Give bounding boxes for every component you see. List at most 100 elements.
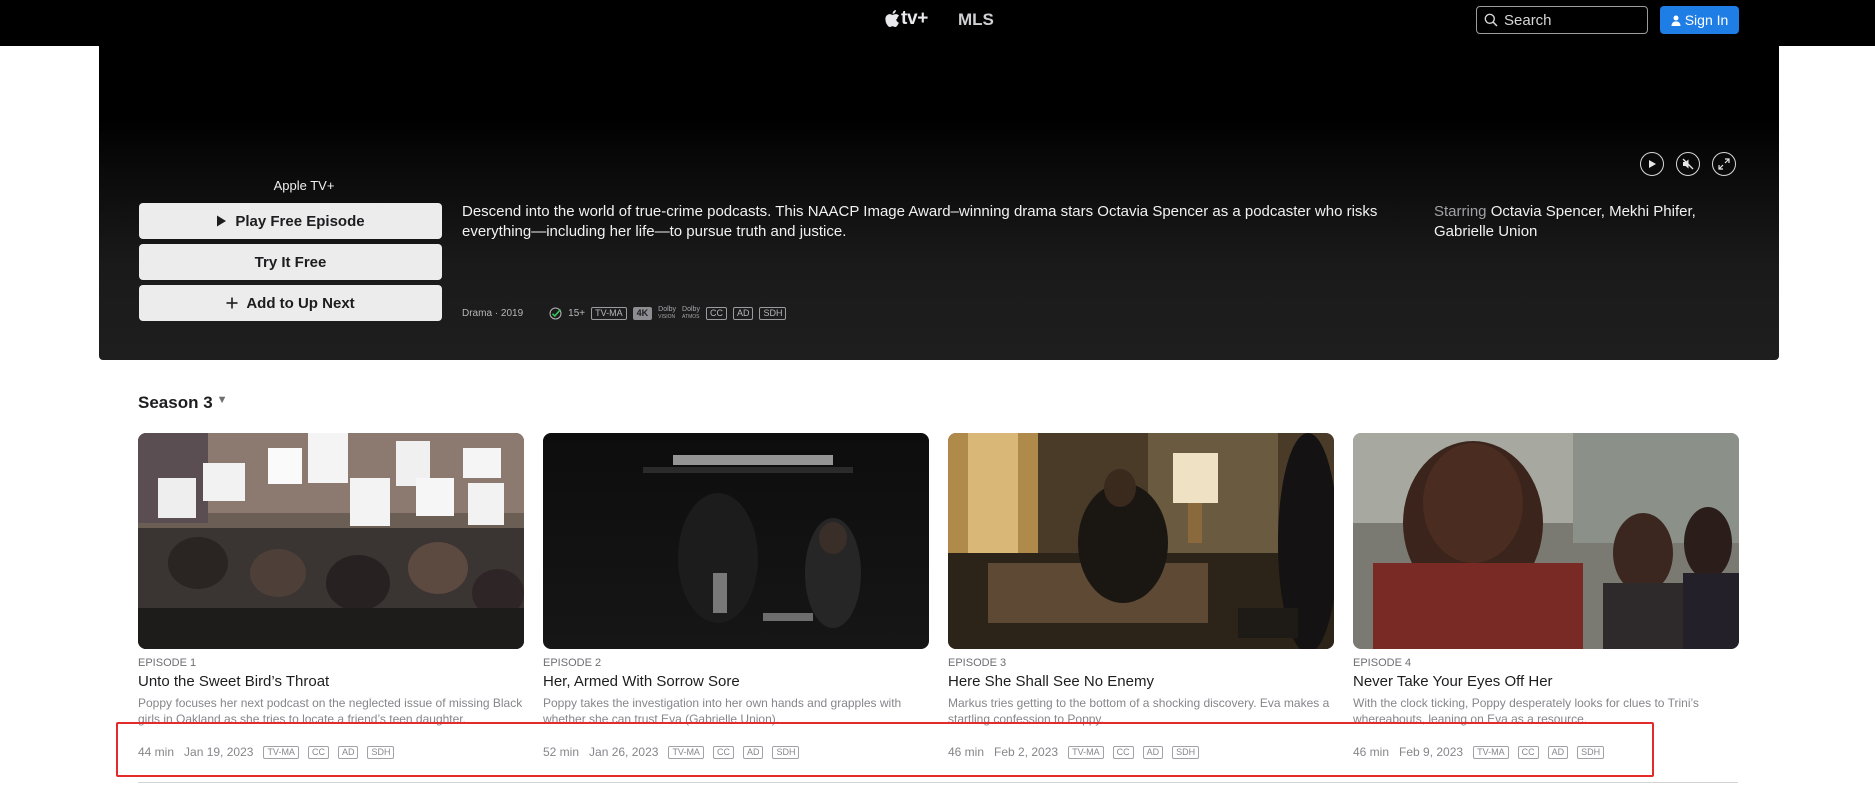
check-icon — [549, 307, 562, 319]
episode-number: EPISODE 3 — [948, 657, 1007, 669]
ad-badge: AD — [1547, 745, 1569, 759]
episode-title[interactable]: Here She Shall See No Enemy — [948, 673, 1334, 690]
episode-1-image — [138, 433, 524, 649]
episode-4-image — [1353, 433, 1739, 649]
play-icon — [217, 215, 227, 227]
ad-badge: AD — [732, 306, 754, 320]
episode-thumbnail[interactable] — [543, 433, 929, 649]
divider — [138, 782, 1738, 783]
episode-date: Feb 2, 2023 — [994, 745, 1059, 759]
mute-button[interactable] — [1676, 152, 1700, 176]
episode-meta: 44 min Jan 19, 2023 TV-MA CC AD SDH — [138, 745, 524, 759]
episode-date: Jan 19, 2023 — [184, 745, 254, 759]
cc-badge: CC — [1112, 745, 1134, 759]
plus-icon — [226, 297, 238, 309]
search-icon — [1484, 13, 1498, 27]
episode-meta: 52 min Jan 26, 2023 TV-MA CC AD SDH — [543, 745, 929, 759]
dolby-vision-line2: VISION — [658, 313, 676, 320]
episode-duration: 52 min — [543, 745, 580, 759]
show-meta: Drama · 2019 15+ TV-MA 4K Dolby VISION D… — [462, 306, 787, 321]
top-nav: tv+ MLS Sign In — [0, 0, 1875, 46]
episode-title[interactable]: Her, Armed With Sorrow Sore — [543, 673, 929, 690]
episode-duration: 46 min — [948, 745, 985, 759]
episode-meta: 46 min Feb 9, 2023 TV-MA CC AD SDH — [1353, 745, 1739, 759]
sdh-badge: SDH — [1577, 745, 1605, 759]
person-icon — [1671, 15, 1681, 26]
episode-description: Poppy takes the investigation into her o… — [543, 696, 902, 726]
episode-duration: 44 min — [138, 745, 175, 759]
play-free-episode-button[interactable]: Play Free Episode — [139, 203, 442, 239]
episode-meta: 46 min Feb 2, 2023 TV-MA CC AD SDH — [948, 745, 1334, 759]
sdh-badge: SDH — [772, 745, 800, 759]
play-free-episode-label: Play Free Episode — [235, 212, 365, 230]
cc-badge: CC — [307, 745, 329, 759]
age-rating: 15+ — [568, 307, 586, 319]
ad-badge: AD — [1142, 745, 1164, 759]
search-box[interactable] — [1476, 6, 1648, 34]
episode-number: EPISODE 1 — [138, 657, 197, 669]
starring: Starring Octavia Spencer, Mekhi Phifer, … — [1434, 202, 1734, 242]
fullscreen-button[interactable] — [1712, 152, 1736, 176]
try-it-free-button[interactable]: Try It Free — [139, 244, 442, 280]
season-selector[interactable]: Season 3 ▼ — [138, 393, 228, 413]
episode-number: EPISODE 4 — [1353, 657, 1412, 669]
tv-ma-badge: TV-MA — [1068, 745, 1104, 759]
add-to-up-next-button[interactable]: Add to Up Next — [139, 285, 442, 321]
ad-badge: AD — [742, 745, 764, 759]
episode-thumbnail[interactable] — [948, 433, 1334, 649]
ad-badge: AD — [337, 745, 359, 759]
episode-description: With the clock ticking, Poppy desperatel… — [1353, 696, 1699, 726]
dolby-atmos-line2: ATMOS — [682, 313, 700, 320]
cc-badge: CC — [705, 306, 727, 320]
sdh-badge: SDH — [367, 745, 395, 759]
dolby-vision-line1: Dolby — [658, 305, 677, 313]
cc-badge: CC — [712, 745, 734, 759]
episode-card[interactable]: EPISODE 1 Unto the Sweet Bird’s Throat P… — [138, 433, 524, 759]
episode-title[interactable]: Never Take Your Eyes Off Her — [1353, 673, 1739, 690]
sdh-badge: SDH — [1172, 745, 1200, 759]
sign-in-button[interactable]: Sign In — [1660, 6, 1739, 34]
episode-description: Poppy focuses her next podcast on the ne… — [138, 696, 523, 726]
dolby-atmos-badge: Dolby ATMOS — [682, 306, 700, 321]
tv-ma-badge: TV-MA — [591, 306, 627, 320]
sdh-badge: SDH — [759, 306, 787, 320]
show-description: Descend into the world of true-crime pod… — [462, 203, 1378, 240]
episode-3-image — [948, 433, 1334, 649]
hero-section: Apple TV+ Play Free Episode Try It Free … — [99, 46, 1779, 360]
episode-thumbnail[interactable] — [138, 433, 524, 649]
episode-card[interactable]: EPISODE 2 Her, Armed With Sorrow Sore Po… — [543, 433, 929, 759]
episode-duration: 46 min — [1353, 745, 1390, 759]
play-preview-button[interactable] — [1640, 152, 1664, 176]
episode-description: Markus tries getting to the bottom of a … — [948, 696, 1330, 726]
mls-link[interactable]: MLS — [958, 10, 994, 30]
episode-card[interactable]: EPISODE 3 Here She Shall See No Enemy Ma… — [948, 433, 1334, 759]
provider-label: Apple TV+ — [273, 178, 335, 193]
apple-logo-icon — [885, 9, 900, 27]
chevron-down-icon: ▼ — [216, 394, 228, 406]
tv-ma-badge: TV-MA — [1473, 745, 1509, 759]
episode-date: Feb 9, 2023 — [1399, 745, 1464, 759]
apple-tv-plus-logo[interactable]: tv+ — [884, 8, 928, 30]
tv-ma-badge: TV-MA — [668, 745, 704, 759]
sign-in-label: Sign In — [1684, 12, 1729, 28]
dolby-atmos-line1: Dolby — [682, 305, 700, 313]
mute-icon — [1682, 158, 1694, 170]
search-input[interactable] — [1502, 10, 1636, 30]
episode-2-image — [543, 433, 929, 649]
4k-badge: 4K — [632, 306, 653, 320]
fullscreen-icon — [1718, 158, 1730, 170]
try-it-free-label: Try It Free — [254, 253, 327, 271]
cc-badge: CC — [1517, 745, 1539, 759]
episode-thumbnail[interactable] — [1353, 433, 1739, 649]
episode-title[interactable]: Unto the Sweet Bird’s Throat — [138, 673, 524, 690]
episode-card[interactable]: EPISODE 4 Never Take Your Eyes Off Her W… — [1353, 433, 1739, 759]
play-icon — [1649, 160, 1656, 168]
genre-year: Drama · 2019 — [462, 307, 524, 319]
tv-ma-badge: TV-MA — [263, 745, 299, 759]
brand-text: tv+ — [901, 8, 929, 29]
add-to-up-next-label: Add to Up Next — [246, 294, 355, 312]
starring-label: Starring — [1434, 203, 1487, 220]
season-label: Season 3 — [138, 393, 213, 412]
episode-number: EPISODE 2 — [543, 657, 602, 669]
dolby-vision-badge: Dolby VISION — [658, 306, 676, 321]
